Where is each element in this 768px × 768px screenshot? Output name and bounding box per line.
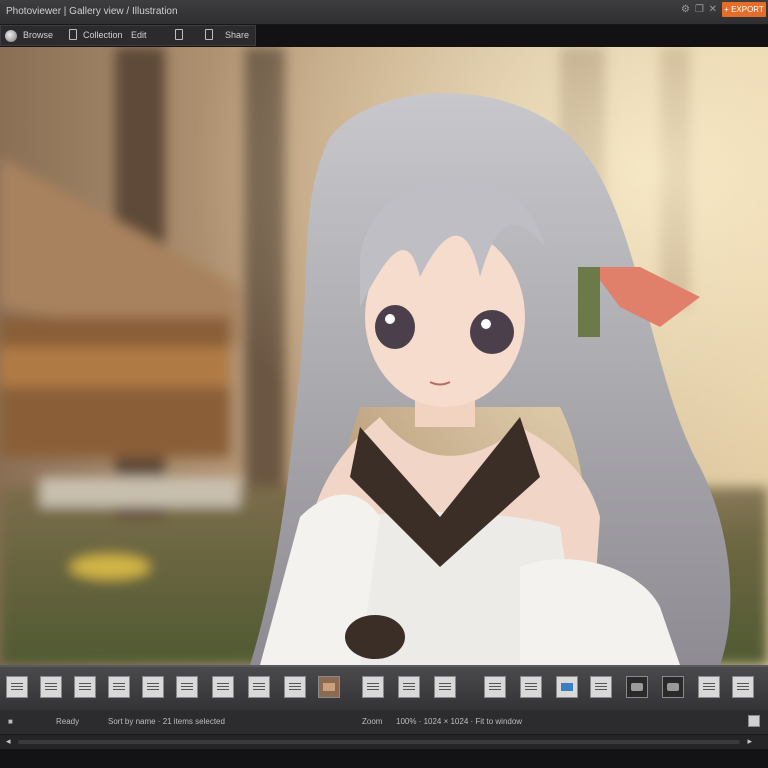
scroll-track[interactable]	[18, 740, 740, 744]
settings-icon[interactable]: ⚙	[681, 4, 690, 15]
window-title: Photoviewer | Gallery view / Illustratio…	[6, 6, 178, 17]
thumbnail-document-icon[interactable]	[248, 676, 270, 698]
thumbnail-monitor-icon[interactable]	[284, 676, 306, 698]
info-icon[interactable]	[205, 29, 213, 40]
thumbnail-screen-icon[interactable]	[556, 676, 578, 698]
collection-icon[interactable]	[69, 29, 77, 40]
close-icon[interactable]: ✕	[709, 4, 717, 15]
thumbnail-document-icon[interactable]	[362, 676, 384, 698]
zoom-label: Zoom	[362, 717, 383, 726]
horizontal-scrollbar[interactable]: ◂ ▸	[0, 735, 768, 749]
thumbnail-chart-icon[interactable]	[142, 676, 164, 698]
status-bar: ■ Ready Sort by name · 21 items selected…	[0, 710, 768, 735]
thumbnail-monitor-icon[interactable]	[484, 676, 506, 698]
fullscreen-button[interactable]	[748, 715, 760, 727]
toolbar-collection[interactable]: Collection	[83, 30, 123, 40]
restore-icon[interactable]: ❐	[695, 4, 704, 15]
thumbnail-camera-icon[interactable]	[698, 676, 720, 698]
rotate-icon[interactable]	[175, 29, 183, 40]
thumbnail-window-icon[interactable]	[590, 676, 612, 698]
thumbnail-document-icon[interactable]	[434, 676, 456, 698]
scroll-left-icon[interactable]: ◂	[6, 736, 11, 747]
toolbar-share[interactable]: Share	[225, 30, 249, 40]
status-label: Ready	[56, 717, 80, 726]
thumbnail-document-icon[interactable]	[176, 676, 198, 698]
title-bar: Photoviewer | Gallery view / Illustratio…	[0, 0, 768, 25]
thumbnail-document-icon[interactable]	[108, 676, 130, 698]
status-icon: ■	[8, 717, 13, 726]
app-logo-icon[interactable]	[5, 30, 17, 42]
thumbnail-device-icon[interactable]	[662, 676, 684, 698]
toolbar-browse[interactable]: Browse	[23, 30, 53, 40]
thumbnail-document-icon[interactable]	[6, 676, 28, 698]
image-viewport[interactable]	[0, 47, 768, 665]
thumbnail-document-icon[interactable]	[732, 676, 754, 698]
status-selection: Sort by name · 21 items selected	[108, 717, 225, 726]
thumbnail-photo-icon[interactable]	[318, 676, 340, 698]
image-info: 100% · 1024 × 1024 · Fit to window	[396, 717, 523, 726]
bottom-bar	[0, 749, 768, 768]
illustration-image	[0, 47, 768, 665]
thumbnail-document-icon[interactable]	[398, 676, 420, 698]
toolbar: Browse Collection Edit Share	[0, 25, 768, 47]
thumbnail-printer-icon[interactable]	[212, 676, 234, 698]
thumbnail-image-icon[interactable]	[74, 676, 96, 698]
thumbnail-camera-icon[interactable]	[626, 676, 648, 698]
export-button[interactable]: + EXPORT	[722, 2, 766, 17]
toolbar-group: Browse Collection Edit Share	[0, 25, 256, 46]
toolbar-edit[interactable]: Edit	[131, 30, 147, 40]
thumbnail-strip	[0, 665, 768, 712]
thumbnail-document-icon[interactable]	[40, 676, 62, 698]
scroll-right-icon[interactable]: ▸	[747, 736, 752, 747]
thumbnail-window-icon[interactable]	[520, 676, 542, 698]
